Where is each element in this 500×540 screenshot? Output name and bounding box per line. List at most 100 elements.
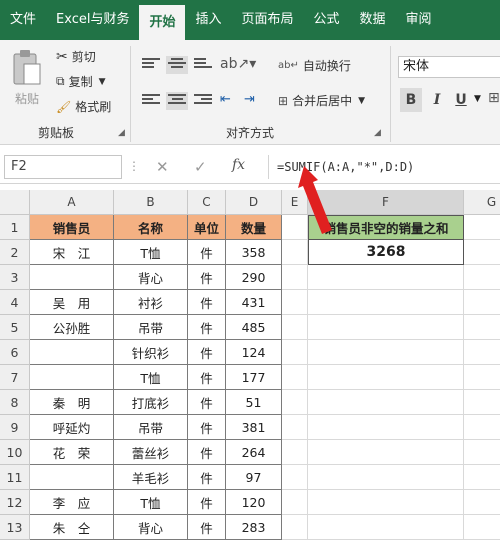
format-painter-button[interactable]: 🖌 格式刷 <box>56 98 111 115</box>
cell[interactable] <box>308 440 464 465</box>
table-cell[interactable]: 件 <box>188 465 226 490</box>
table-cell[interactable]: 97 <box>226 465 282 490</box>
table-cell[interactable]: 吊带 <box>114 315 188 340</box>
table-cell[interactable]: 124 <box>226 340 282 365</box>
table-cell[interactable] <box>30 365 114 390</box>
fx-icon[interactable]: fx <box>232 157 245 173</box>
column-header-c[interactable]: C <box>188 190 226 215</box>
cell[interactable] <box>464 440 500 465</box>
tab-file[interactable]: 文件 <box>0 0 46 40</box>
table-cell[interactable]: T恤 <box>114 240 188 265</box>
table-cell[interactable]: 290 <box>226 265 282 290</box>
table-cell[interactable]: T恤 <box>114 365 188 390</box>
table-cell[interactable]: 283 <box>226 515 282 540</box>
cell[interactable] <box>464 465 500 490</box>
cell[interactable] <box>308 415 464 440</box>
row-header[interactable]: 10 <box>0 440 30 465</box>
table-cell[interactable]: 宋 江 <box>30 240 114 265</box>
merge-center-button[interactable]: ⊞ 合并后居中 ▼ <box>278 92 365 109</box>
cell[interactable] <box>282 265 308 290</box>
copy-button[interactable]: ⧉ 复制 ▼ <box>56 73 106 90</box>
cell[interactable] <box>464 515 500 540</box>
dialog-launcher-icon[interactable]: ◢ <box>374 128 381 138</box>
cell[interactable] <box>282 340 308 365</box>
table-cell[interactable]: 件 <box>188 265 226 290</box>
italic-button[interactable]: I <box>426 88 448 112</box>
cell[interactable] <box>308 390 464 415</box>
cell[interactable] <box>308 290 464 315</box>
column-header-d[interactable]: D <box>226 190 282 215</box>
cell[interactable] <box>282 515 308 540</box>
tab-review[interactable]: 审阅 <box>396 0 442 40</box>
table-cell[interactable]: 485 <box>226 315 282 340</box>
table-cell[interactable]: 蕾丝衫 <box>114 440 188 465</box>
table-cell[interactable]: 呼延灼 <box>30 415 114 440</box>
cell[interactable] <box>308 340 464 365</box>
row-header[interactable]: 12 <box>0 490 30 515</box>
paste-button[interactable]: 粘贴 <box>10 48 44 107</box>
column-header-a[interactable]: A <box>30 190 114 215</box>
table-cell[interactable]: T恤 <box>114 490 188 515</box>
row-header[interactable]: 1 <box>0 215 30 240</box>
table-header-cell[interactable]: 数量 <box>226 215 282 240</box>
cell[interactable] <box>464 390 500 415</box>
table-cell[interactable] <box>30 265 114 290</box>
table-cell[interactable]: 吴 用 <box>30 290 114 315</box>
cell[interactable] <box>464 215 500 240</box>
table-cell[interactable]: 秦 明 <box>30 390 114 415</box>
cell[interactable] <box>308 265 464 290</box>
table-cell[interactable]: 件 <box>188 490 226 515</box>
align-middle-icon[interactable] <box>166 56 188 74</box>
table-cell[interactable]: 打底衫 <box>114 390 188 415</box>
table-cell[interactable]: 264 <box>226 440 282 465</box>
row-header[interactable]: 8 <box>0 390 30 415</box>
table-cell[interactable]: 背心 <box>114 265 188 290</box>
cell[interactable] <box>282 415 308 440</box>
cell[interactable] <box>464 315 500 340</box>
increase-indent-icon[interactable]: ⇥ <box>244 92 255 107</box>
table-header-cell[interactable]: 名称 <box>114 215 188 240</box>
tab-formulas[interactable]: 公式 <box>304 0 350 40</box>
cell[interactable] <box>464 240 500 265</box>
column-header-b[interactable]: B <box>114 190 188 215</box>
table-cell[interactable]: 件 <box>188 315 226 340</box>
align-left-icon[interactable] <box>142 94 160 108</box>
cell[interactable] <box>282 390 308 415</box>
align-center-icon[interactable] <box>166 92 188 110</box>
table-cell[interactable] <box>30 340 114 365</box>
column-header-g[interactable]: G <box>464 190 500 215</box>
cell[interactable] <box>464 265 500 290</box>
enter-icon[interactable]: ✓ <box>194 158 207 176</box>
cell[interactable] <box>308 465 464 490</box>
table-cell[interactable]: 吊带 <box>114 415 188 440</box>
tab-insert[interactable]: 插入 <box>185 0 231 40</box>
table-cell[interactable]: 件 <box>188 515 226 540</box>
row-header[interactable]: 6 <box>0 340 30 365</box>
table-cell[interactable]: 件 <box>188 365 226 390</box>
cell[interactable] <box>308 365 464 390</box>
name-box[interactable]: F2 <box>4 155 122 179</box>
select-all-corner[interactable] <box>0 190 30 215</box>
cell[interactable] <box>282 465 308 490</box>
row-header[interactable]: 2 <box>0 240 30 265</box>
table-cell[interactable]: 件 <box>188 340 226 365</box>
table-cell[interactable]: 381 <box>226 415 282 440</box>
table-cell[interactable]: 朱 仝 <box>30 515 114 540</box>
cell[interactable] <box>308 315 464 340</box>
cell[interactable] <box>282 440 308 465</box>
align-right-icon[interactable] <box>194 94 212 108</box>
table-cell[interactable]: 件 <box>188 390 226 415</box>
row-header[interactable]: 13 <box>0 515 30 540</box>
row-header[interactable]: 3 <box>0 265 30 290</box>
table-cell[interactable]: 针织衫 <box>114 340 188 365</box>
table-cell[interactable]: 背心 <box>114 515 188 540</box>
table-cell[interactable]: 358 <box>226 240 282 265</box>
table-cell[interactable]: 李 应 <box>30 490 114 515</box>
table-cell[interactable]: 120 <box>226 490 282 515</box>
table-cell[interactable]: 177 <box>226 365 282 390</box>
cancel-icon[interactable]: ✕ <box>156 158 169 176</box>
cell[interactable] <box>282 315 308 340</box>
tab-page-layout[interactable]: 页面布局 <box>231 0 303 40</box>
table-cell[interactable]: 件 <box>188 440 226 465</box>
decrease-indent-icon[interactable]: ⇤ <box>220 92 231 107</box>
